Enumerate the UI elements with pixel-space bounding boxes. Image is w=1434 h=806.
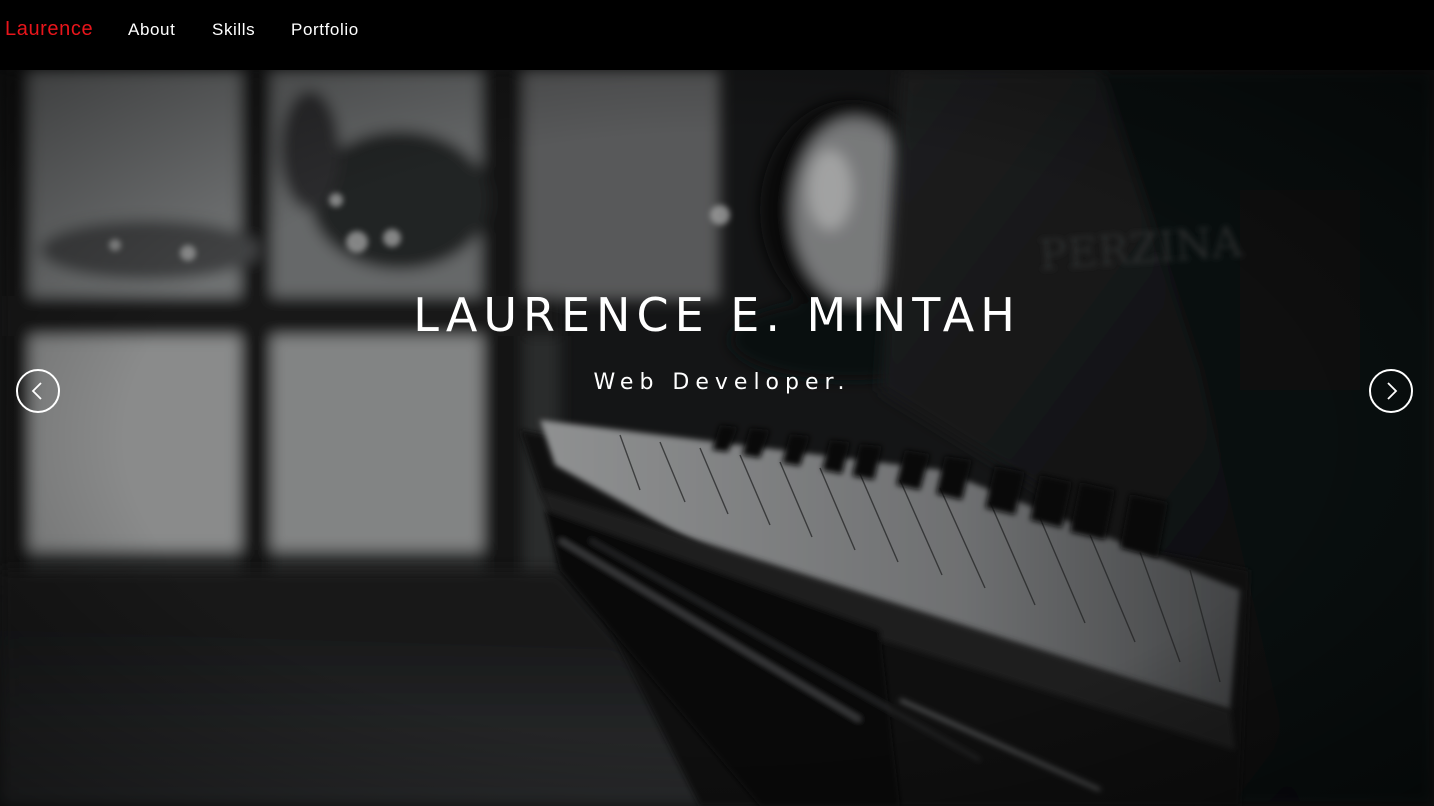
carousel-prev-button[interactable] — [16, 369, 60, 413]
nav-link-skills[interactable]: Skills — [212, 20, 255, 40]
hero-title: LAURENCE E. MINTAH — [413, 288, 1021, 342]
chevron-left-icon — [31, 382, 42, 400]
hero-background-image: PERZINA — [0, 70, 1434, 806]
nav-link-portfolio[interactable]: Portfolio — [291, 20, 359, 40]
chevron-right-icon — [1387, 382, 1398, 400]
brand-link[interactable]: Laurence — [5, 18, 93, 41]
hero-carousel: PERZINA — [0, 70, 1434, 806]
carousel-next-button[interactable] — [1369, 369, 1413, 413]
navbar: Laurence About Skills Portfolio — [0, 0, 1434, 70]
hero-subtitle: Web Developer. — [593, 370, 851, 395]
nav-link-about[interactable]: About — [128, 20, 175, 40]
